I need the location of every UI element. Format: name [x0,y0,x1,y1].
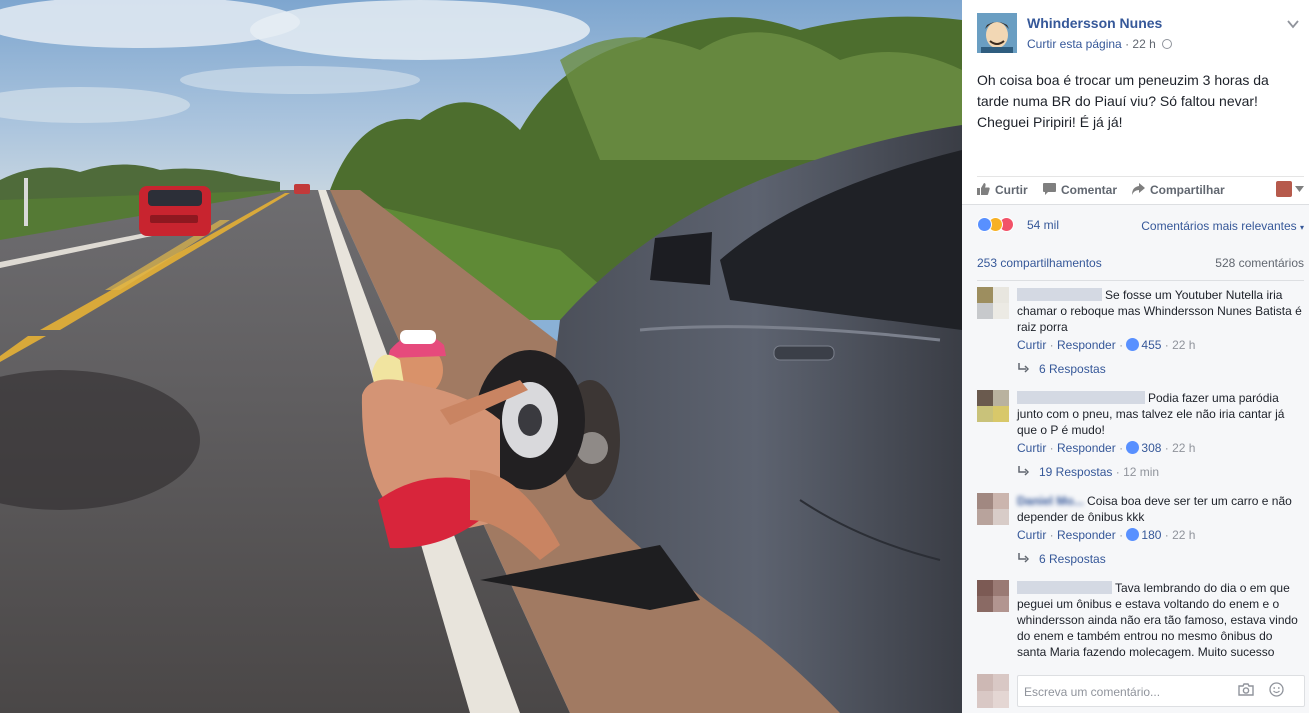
comments-count[interactable]: 528 comentários [1215,256,1304,270]
replies-link[interactable]: 6 Respostas [1017,552,1106,566]
share-label: Compartilhar [1150,183,1225,197]
commenter-name[interactable]: Daniel Mo... [1017,494,1084,508]
comment: Se fosse um Youtuber Nutella iria chamar… [977,287,1304,387]
like-count-icon [1126,338,1140,351]
commenter-name[interactable] [1017,288,1102,301]
globe-icon [1162,39,1173,49]
comment-button[interactable]: Comentar [1043,183,1117,197]
post-time[interactable]: 22 h [1132,37,1155,51]
photo-scene [0,0,962,713]
like-reaction-icon [977,217,992,232]
caret-down-icon: ▾ [1299,223,1304,232]
comment-reply-link[interactable]: Responder [1057,441,1116,455]
comment-input-placeholder: Escreva um comentário... [1024,685,1161,699]
like-count-icon [1126,528,1140,541]
post-actions: Curtir Comentar Compartilhar [977,176,1304,204]
post-side-panel: Whindersson Nunes Curtir esta página · 2… [962,0,1309,713]
comment-like-link[interactable]: Curtir [1017,528,1046,542]
comment: Tava lembrando do dia o em que peguei um… [977,580,1304,666]
chevron-down-icon[interactable] [1295,186,1304,192]
post-text: Oh coisa boa é trocar um peneuzim 3 hora… [977,72,1269,130]
comment-like-link[interactable]: Curtir [1017,441,1046,455]
replies-count: 6 Respostas [1039,552,1106,566]
commenter-name[interactable] [1017,391,1145,404]
replies-time: 12 min [1123,465,1160,479]
comment-like-count[interactable]: 180 [1141,528,1161,542]
comment-meta: Curtir · Responder · 180 · 22 h [1017,528,1196,542]
comment: Podia fazer uma paródia junto com o pneu… [977,390,1304,490]
reactions-row[interactable]: 54 mil Comentários mais relevantes ▾ [977,216,1304,234]
commenter-name[interactable] [1017,581,1112,594]
avatar [977,674,1009,708]
comment-label: Comentar [1061,183,1118,197]
comment-time[interactable]: 22 h [1172,338,1195,352]
replies-count: 19 Respostas [1039,465,1113,479]
shares-count[interactable]: 253 compartilhamentos [977,256,1102,270]
comment-composer: Escreva um comentário... [977,673,1305,709]
sort-label: Comentários mais relevantes [1141,219,1297,233]
reply-arrow-icon [1018,553,1029,563]
comment-time[interactable]: 22 h [1172,441,1195,455]
avatar[interactable] [977,390,1009,422]
comment-like-link[interactable]: Curtir [1017,338,1046,352]
comment-body: Podia fazer uma paródia junto com o pneu… [1017,390,1302,438]
comment-body: Se fosse um Youtuber Nutella iria chamar… [1017,287,1302,335]
camera-icon[interactable] [1238,683,1254,696]
comment-time[interactable]: 22 h [1172,528,1195,542]
post-photo[interactable] [0,0,962,713]
page-avatar[interactable] [977,13,1017,53]
comment-body: Tava lembrando do dia o em que peguei um… [1017,580,1302,660]
like-label: Curtir [995,183,1028,197]
comment-body: Daniel Mo... Coisa boa deve ser ter um c… [1017,493,1302,525]
share-button[interactable]: Compartilhar [1132,183,1225,197]
comment-sort-dropdown[interactable]: Comentários mais relevantes ▾ [1141,219,1304,233]
chevron-down-icon[interactable] [1286,17,1300,31]
like-count-icon [1126,441,1140,454]
comment-input[interactable]: Escreva um comentário... [1017,675,1305,707]
replies-link[interactable]: 6 Respostas [1017,362,1106,376]
page-name[interactable]: Whindersson Nunes [1027,15,1162,31]
like-page-link[interactable]: Curtir esta página [1027,37,1122,51]
reply-arrow-icon [1018,363,1029,373]
avatar[interactable] [977,493,1009,525]
comment-like-count[interactable]: 455 [1141,338,1161,352]
comment: Daniel Mo... Coisa boa deve ser ter um c… [977,493,1304,573]
post-meta: Curtir esta página · 22 h [1027,37,1173,51]
share-comment-counts: 253 compartilhamentos 528 comentários [977,256,1304,270]
share-arrow-icon [1132,183,1145,195]
avatar[interactable] [977,580,1009,612]
user-avatar-small[interactable] [1276,181,1292,197]
comment-meta: Curtir · Responder · 455 · 22 h [1017,338,1196,352]
avatar[interactable] [977,287,1009,319]
smiley-icon[interactable] [1269,682,1284,697]
comment-reply-link[interactable]: Responder [1057,338,1116,352]
replies-link[interactable]: 19 Respostas · 12 min [1017,465,1159,479]
comment-reply-link[interactable]: Responder [1057,528,1116,542]
comment-like-count[interactable]: 308 [1141,441,1161,455]
divider [977,280,1304,281]
speech-bubble-icon [1043,183,1056,195]
like-button[interactable]: Curtir [977,183,1028,197]
reply-arrow-icon [1018,466,1029,476]
replies-count: 6 Respostas [1039,362,1106,376]
thumbs-up-icon [977,183,990,195]
reaction-count[interactable]: 54 mil [1027,218,1059,232]
post-header: Whindersson Nunes Curtir esta página · 2… [977,13,1302,53]
comment-meta: Curtir · Responder · 308 · 22 h [1017,441,1196,455]
